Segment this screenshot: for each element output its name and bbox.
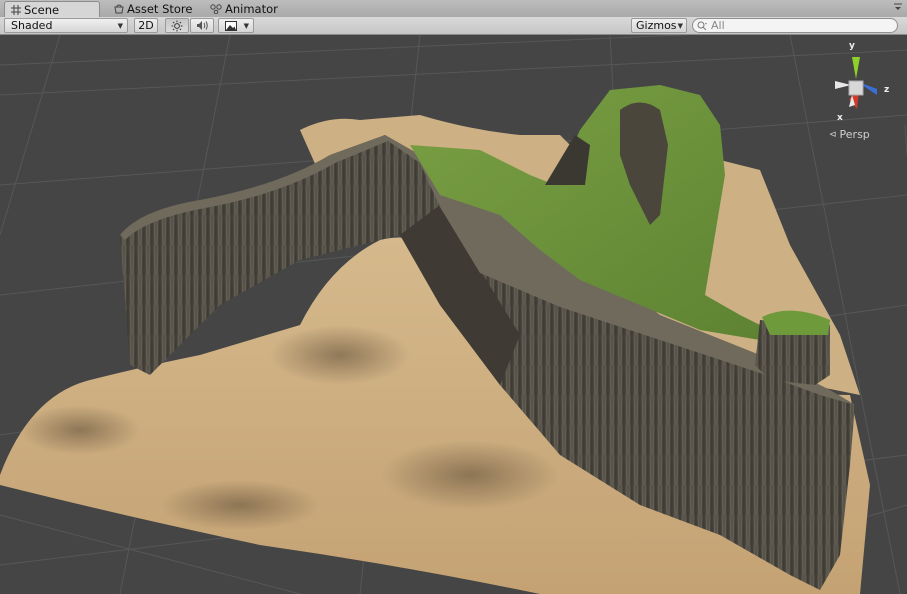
tab-asset-store[interactable]: Asset Store [108, 1, 199, 17]
projection-label: Persp [839, 128, 870, 141]
projection-toggle[interactable]: ⊲ Persp [829, 128, 870, 141]
scene-viewport[interactable]: y z x ⊲ Persp [0, 35, 907, 594]
tab-label: Scene [24, 2, 60, 17]
chevron-down-icon: ▼ [243, 21, 249, 30]
gizmos-label: Gizmos [636, 19, 677, 32]
tab-bar: Scene Asset Store Animator [0, 0, 907, 18]
axis-label-z: z [884, 85, 890, 95]
scene-lighting-toggle[interactable] [165, 18, 189, 33]
chevron-down-icon: ▼ [117, 21, 123, 30]
scene-grid-icon [11, 4, 21, 15]
search-placeholder: All [711, 19, 725, 32]
orientation-gizmo[interactable] [815, 47, 895, 127]
draw-mode-dropdown[interactable]: Shaded ▼ [4, 18, 128, 33]
chevron-down-icon: ▼ [677, 21, 683, 30]
animator-icon [210, 4, 222, 14]
tab-menu-icon[interactable] [893, 3, 903, 13]
scene-effects-dropdown[interactable]: ▼ [218, 18, 254, 33]
image-icon [225, 20, 237, 31]
search-icon [697, 21, 707, 30]
scene-toolbar: Shaded ▼ 2D ▼ Gizmos ▼ All [0, 17, 907, 35]
2d-label: 2D [138, 19, 154, 32]
scene-audio-toggle[interactable] [190, 18, 214, 33]
sun-icon [171, 20, 183, 31]
chevron-left-icon: ⊲ [829, 129, 837, 140]
tab-label: Animator [225, 2, 278, 16]
gizmos-dropdown[interactable]: Gizmos ▼ [631, 18, 687, 33]
tab-scene[interactable]: Scene [4, 1, 100, 17]
axis-label-y: y [849, 41, 855, 51]
scene-render [0, 35, 907, 594]
2d-toggle-button[interactable]: 2D [134, 18, 158, 33]
store-icon [114, 4, 124, 14]
tab-animator[interactable]: Animator [204, 1, 284, 17]
scene-search-input[interactable]: All [692, 18, 898, 33]
y-axis-cone [852, 57, 860, 79]
tab-label: Asset Store [127, 2, 193, 16]
draw-mode-label: Shaded [11, 19, 53, 32]
speaker-icon [196, 21, 208, 30]
axis-label-x: x [837, 113, 843, 123]
